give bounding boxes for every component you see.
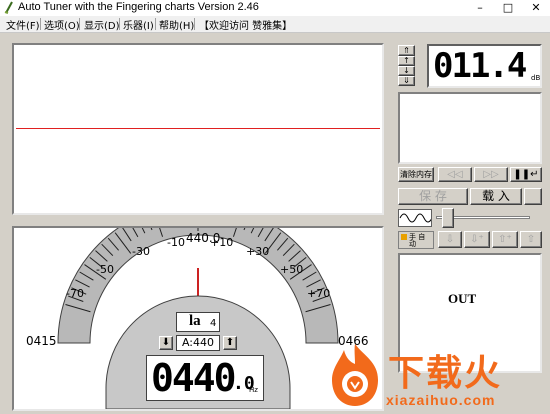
scale-label-plus30: +30 [246, 245, 270, 258]
volume-slider-thumb[interactable] [442, 208, 454, 228]
menu-options[interactable]: 选项(O) [42, 17, 82, 32]
scale-label-plus10: +10 [210, 236, 234, 249]
menu-separator [79, 18, 80, 30]
menu-file[interactable]: 文件(F) [4, 17, 42, 32]
scale-label-minus70: -70 [66, 287, 84, 300]
next-button[interactable]: ▷▷ [474, 167, 508, 182]
waveform-display [12, 43, 384, 215]
level-up-fast-button[interactable]: ⇑ [398, 45, 415, 56]
frequency-unit: Hz [249, 386, 258, 394]
level-up-button[interactable]: ↑ [398, 56, 415, 66]
semitone-up-button[interactable]: ⇧⁺ [492, 231, 518, 248]
arrow-up-sharp-icon: ⇧⁺ [498, 234, 512, 245]
note-octave: 4 [210, 318, 217, 329]
scale-label-plus50: +50 [280, 263, 304, 276]
scale-label-minus50: -50 [96, 263, 114, 276]
down-arrow-icon: ↓ [403, 66, 410, 75]
load-extra-button[interactable] [524, 188, 542, 205]
title-bar: Auto Tuner with the Fingering charts Ver… [0, 0, 550, 16]
watermark-brand: 下载火 [388, 353, 503, 394]
load-button[interactable]: 载 入 [470, 188, 522, 205]
octave-down-button[interactable]: ⇩ [438, 231, 462, 248]
level-down-fast-button[interactable]: ⇓ [398, 76, 415, 86]
rewind-icon: ◁◁ [447, 169, 463, 180]
low-frequency-label: 0415 [26, 334, 57, 348]
semitone-down-button[interactable]: ⇩⁺ [464, 231, 490, 248]
menu-welcome-link[interactable]: 【欢迎访问 赞雅集】 [197, 17, 294, 32]
level-value: 011.4 [433, 46, 527, 86]
reference-pitch-field: A:440 [176, 335, 220, 351]
note-name: la [189, 313, 201, 329]
reference-down-button[interactable]: ⬇ [159, 336, 173, 350]
double-up-arrow-icon: ⇑ [403, 46, 410, 55]
previous-button[interactable]: ◁◁ [438, 167, 472, 182]
manual-auto-label: 手 自 动 [409, 233, 426, 248]
pause-icon: ❚❚↵ [513, 169, 539, 180]
watermark-logo: 下载火 xiazaihuo.com [324, 340, 550, 414]
double-down-arrow-icon: ⇓ [403, 76, 410, 85]
arrow-down-icon: ⇩ [445, 234, 455, 245]
arrow-up-icon: ⇧ [526, 234, 536, 245]
manual-auto-toggle[interactable]: 手 自 动 [398, 231, 434, 249]
sine-wave-button[interactable] [398, 209, 433, 227]
clear-memory-button[interactable]: 清除内存 [398, 167, 434, 182]
arrow-down-icon: ⬇ [161, 337, 171, 348]
app-icon [4, 1, 13, 14]
output-label: OUT [448, 291, 477, 306]
octave-up-button[interactable]: ⇧ [520, 231, 542, 248]
save-button[interactable]: 保 存 [398, 188, 468, 205]
menu-separator [194, 18, 195, 30]
window-title: Auto Tuner with the Fingering charts Ver… [18, 1, 259, 13]
menu-separator [119, 18, 120, 30]
frequency-display: 0440 .0 Hz [146, 355, 264, 401]
scale-label-minus30: -30 [132, 245, 150, 258]
menu-separator [155, 18, 156, 30]
note-name-box: la 4 [176, 312, 220, 332]
minimize-button[interactable]: – [466, 0, 494, 16]
close-button[interactable]: ✕ [522, 0, 550, 16]
sine-wave-icon [399, 213, 433, 223]
level-display: 011.4 dB [427, 44, 542, 88]
memory-list[interactable] [398, 92, 542, 164]
menu-instrument[interactable]: 乐器(I) [121, 17, 156, 32]
level-unit: dB [531, 74, 541, 82]
scale-label-minus10: -10 [167, 236, 185, 249]
frequency-value: 0440 [151, 356, 237, 400]
menu-bar: 文件(F) 选项(O) 显示(D) 乐器(I) 帮助(H) 【欢迎访问 赞雅集】 [0, 16, 550, 33]
menu-separator [40, 18, 41, 30]
arrow-down-sharp-icon: ⇩⁺ [470, 234, 484, 245]
watermark-url: xiazaihuo.com [386, 392, 496, 408]
level-down-button[interactable]: ↓ [398, 66, 415, 76]
indicator-icon [401, 234, 407, 240]
maximize-button[interactable]: □ [494, 0, 522, 16]
menu-display[interactable]: 显示(D) [82, 17, 122, 32]
scale-label-plus70: +70 [307, 287, 331, 300]
arrow-up-icon: ⬆ [225, 337, 235, 348]
flame-logo-icon [332, 344, 378, 406]
fast-forward-icon: ▷▷ [483, 169, 499, 180]
reference-up-button[interactable]: ⬆ [223, 336, 237, 350]
waveform-line [16, 128, 380, 129]
pause-button[interactable]: ❚❚↵ [510, 167, 542, 182]
menu-help[interactable]: 帮助(H) [157, 17, 196, 32]
up-arrow-icon: ↑ [403, 56, 410, 65]
